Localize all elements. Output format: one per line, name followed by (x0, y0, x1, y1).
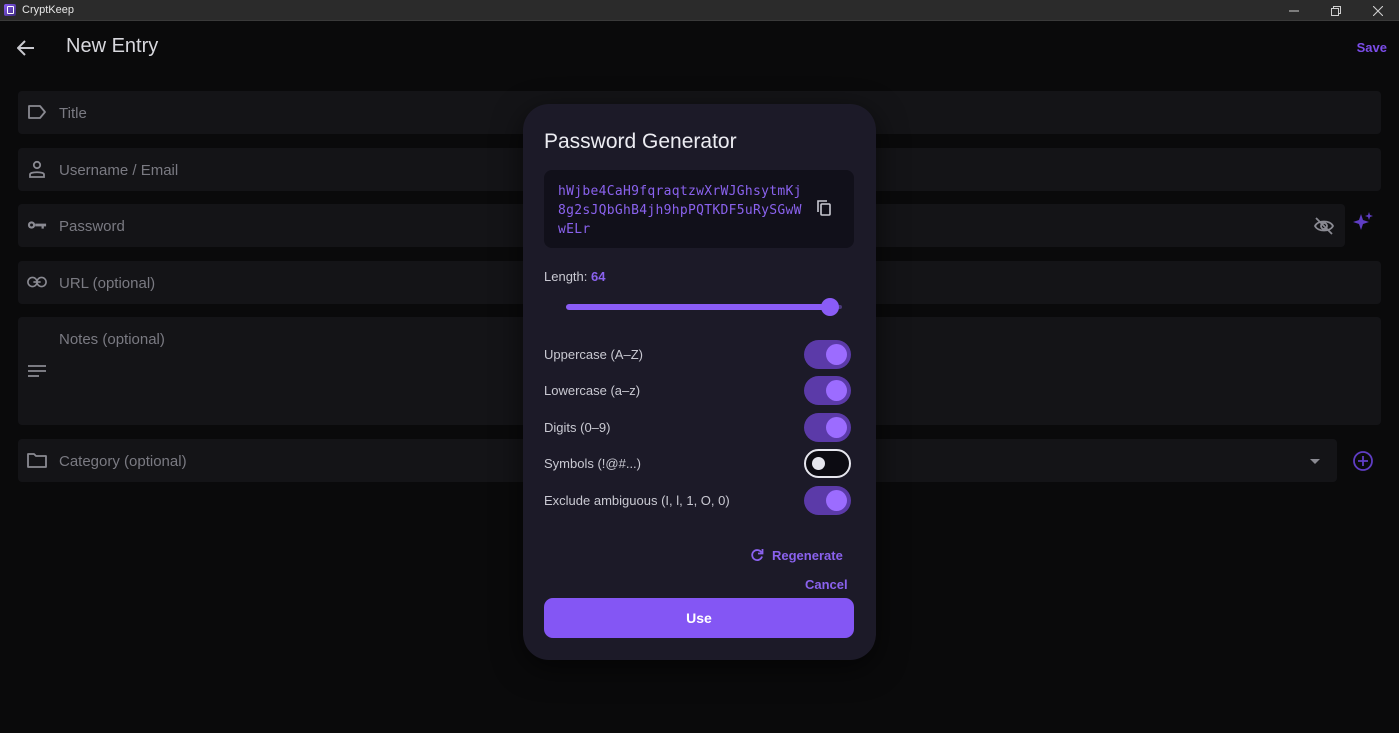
link-icon (27, 272, 47, 292)
copy-password-button[interactable] (814, 198, 834, 218)
option-label: Symbols (!@#...) (544, 456, 641, 471)
cancel-button[interactable]: Cancel (805, 577, 848, 592)
option-uppercase: Uppercase (A–Z) (544, 340, 854, 370)
dialog-title: Password Generator (544, 130, 737, 153)
option-label: Digits (0–9) (544, 420, 611, 435)
option-label: Exclude ambiguous (I, l, 1, O, 0) (544, 493, 730, 508)
toggle-knob (826, 380, 847, 401)
slider-thumb[interactable] (821, 298, 839, 316)
option-digits: Digits (0–9) (544, 413, 854, 443)
length-label: Length: (544, 269, 591, 284)
window-titlebar: CryptKeep (0, 0, 1399, 21)
digits-toggle[interactable] (804, 413, 851, 442)
app-logo-icon (4, 4, 16, 16)
window-controls (1273, 0, 1399, 21)
restore-icon (1331, 5, 1341, 16)
page-title: New Entry (66, 35, 159, 57)
lowercase-toggle[interactable] (804, 376, 851, 405)
tag-icon (27, 102, 47, 122)
option-exclude-ambiguous: Exclude ambiguous (I, l, 1, O, 0) (544, 486, 854, 516)
slider-fill (566, 304, 830, 310)
person-icon (27, 159, 47, 179)
toggle-knob (826, 344, 847, 365)
category-placeholder: Category (optional) (59, 453, 187, 470)
use-button[interactable]: Use (544, 598, 854, 638)
folder-icon (27, 450, 47, 470)
password-generator-dialog: Password Generator hWjbe4CaH9fqraqtzwXrW… (523, 104, 876, 660)
save-button[interactable]: Save (1357, 40, 1387, 55)
back-arrow-icon (17, 40, 34, 56)
add-circle-icon (1353, 451, 1373, 471)
close-icon (1373, 5, 1383, 16)
exclude-ambiguous-toggle[interactable] (804, 486, 851, 515)
minimize-button[interactable] (1273, 0, 1315, 21)
length-value: 64 (591, 269, 606, 284)
restore-button[interactable] (1315, 0, 1357, 21)
sparkle-icon (1353, 212, 1373, 230)
chevron-down-icon (1307, 453, 1323, 469)
toggle-knob (826, 417, 847, 438)
toggle-visibility-button[interactable] (1313, 215, 1335, 237)
toggle-knob (826, 490, 847, 511)
copy-icon (817, 200, 831, 216)
length-row: Length: 64 (544, 269, 605, 284)
option-label: Uppercase (A–Z) (544, 347, 643, 362)
username-placeholder: Username / Email (59, 162, 179, 179)
regenerate-button[interactable]: Regenerate (750, 545, 843, 565)
add-category-button[interactable] (1351, 449, 1375, 473)
generated-password-box: hWjbe4CaH9fqraqtzwXrWJGhsytmKj8g2sJQbGhB… (544, 170, 854, 248)
url-placeholder: URL (optional) (59, 275, 156, 292)
length-slider[interactable] (566, 297, 842, 317)
regenerate-label: Regenerate (772, 547, 843, 563)
title-placeholder: Title (59, 105, 87, 122)
window-title: CryptKeep (22, 4, 74, 16)
notes-icon (27, 361, 47, 381)
generate-password-button[interactable] (1351, 210, 1375, 234)
eye-off-icon (1313, 217, 1335, 235)
option-lowercase: Lowercase (a–z) (544, 376, 854, 406)
toggle-knob (812, 457, 825, 470)
key-icon (27, 215, 47, 235)
option-label: Lowercase (a–z) (544, 383, 641, 398)
generated-password: hWjbe4CaH9fqraqtzwXrWJGhsytmKj8g2sJQbGhB… (558, 184, 802, 237)
symbols-toggle[interactable] (804, 449, 851, 478)
password-placeholder: Password (59, 218, 125, 235)
uppercase-toggle[interactable] (804, 340, 851, 369)
back-button[interactable] (14, 36, 38, 60)
refresh-icon (751, 549, 764, 561)
notes-placeholder: Notes (optional) (59, 331, 165, 348)
minimize-icon (1289, 10, 1299, 11)
close-window-button[interactable] (1357, 0, 1399, 21)
app-bar: New Entry Save (0, 22, 1399, 74)
option-symbols: Symbols (!@#...) (544, 449, 854, 479)
